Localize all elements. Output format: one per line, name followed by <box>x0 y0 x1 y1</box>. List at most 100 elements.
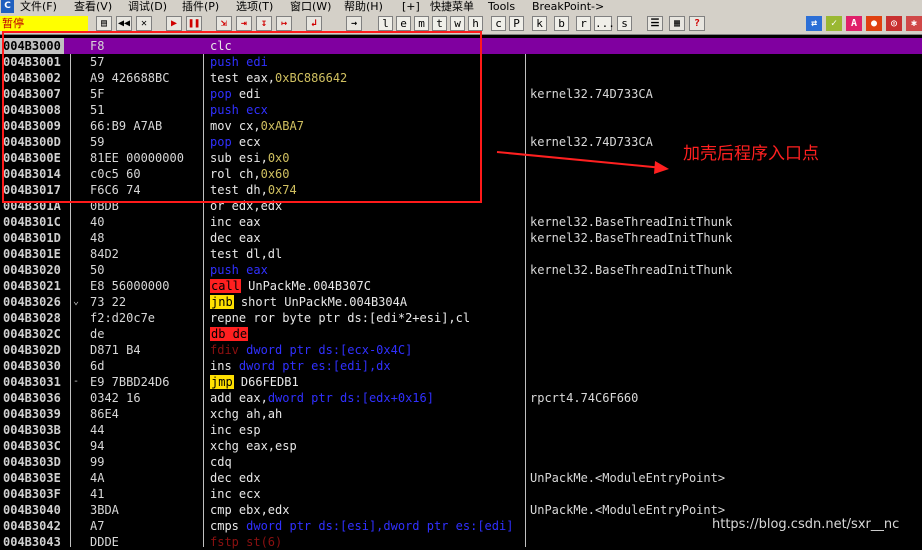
instruction-row[interactable]: 004B301C 40 inc eax kernel32.BaseThreadInit… <box>0 214 922 230</box>
options-icon[interactable]: ✱ <box>906 16 922 31</box>
instruction-text: test dl,dl <box>210 246 282 262</box>
instruction-row[interactable]: 004B3021 E8 56000000 call UnPackMe.004B307… <box>0 278 922 294</box>
instruction-token: eax <box>238 215 261 229</box>
instruction-text: xchg ah,ah <box>210 406 282 422</box>
instruction-token: push <box>210 263 247 277</box>
instruction-row[interactable]: 004B3036 0342 16 add eax,dword ptr ds:[edx… <box>0 390 922 406</box>
trace-over-icon[interactable]: ↦ <box>276 16 292 31</box>
instruction-token: xchg <box>210 407 247 421</box>
instruction-token: dword ptr es:[edi],dx <box>238 359 391 373</box>
restart-icon[interactable]: ◀◀ <box>116 16 132 31</box>
instruction-token: edx <box>238 471 261 485</box>
instruction-token: jnb <box>210 295 234 309</box>
instruction-bytes: 84D2 <box>90 247 119 261</box>
help-icon[interactable]: ? <box>689 16 705 31</box>
instruction-row[interactable]: 004B3039 86E4 xchg ah,ah <box>0 406 922 422</box>
menu-view[interactable]: 查看(V) <box>74 0 112 13</box>
menu-plugins[interactable]: 插件(P) <box>182 0 219 13</box>
refresh-icon[interactable]: ⇄ <box>806 16 822 31</box>
instruction-token: short UnPackMe.004B304A <box>233 295 408 309</box>
instruction-token: dl,dl <box>246 247 283 261</box>
instruction-row[interactable]: 004B303F 41 inc ecx <box>0 486 922 502</box>
instruction-bytes: 0342 16 <box>90 391 141 405</box>
step-into-icon[interactable]: ⇲ <box>216 16 232 31</box>
menu-debug[interactable]: 调试(D) <box>128 0 167 13</box>
analyze-icon[interactable]: A <box>846 16 862 31</box>
instruction-token: dword ptr ds:[esi],dword ptr es:[edi] <box>246 519 514 533</box>
menu-file[interactable]: 文件(F) <box>20 0 57 13</box>
pause-icon[interactable]: ❚❚ <box>186 16 202 31</box>
toolbar-button-l[interactable]: l <box>378 16 393 31</box>
toolbar-button-b[interactable]: b <box>554 16 569 31</box>
instruction-address: 004B303E <box>3 471 61 485</box>
toolbar-button-t[interactable]: t <box>432 16 447 31</box>
app-logo-icon: C <box>1 0 14 13</box>
layout-icon[interactable]: ☰ <box>647 16 663 31</box>
instruction-row[interactable]: 004B3030 6d ins dword ptr es:[edi],dx <box>0 358 922 374</box>
toolbar-button-w[interactable]: w <box>450 16 465 31</box>
instruction-text: inc esp <box>210 422 261 438</box>
instruction-row[interactable]: 004B303C 94 xchg eax,esp <box>0 438 922 454</box>
menu-options[interactable]: 选项(T) <box>236 0 273 13</box>
instruction-address: 004B3020 <box>3 263 61 277</box>
instruction-row[interactable]: 004B3031 - E9 7BBD24D6 jmp D66FEDB1 <box>0 374 922 390</box>
instruction-token: eax,esp <box>246 439 297 453</box>
menu-tools[interactable]: Tools <box>488 0 515 13</box>
instruction-text: dec edx <box>210 470 261 486</box>
instruction-row[interactable]: 004B303E 4A dec edx UnPackMe.<ModuleEntryPo… <box>0 470 922 486</box>
instruction-row[interactable]: 004B303D 99 cdq <box>0 454 922 470</box>
toolbar-button-c[interactable]: c <box>491 16 506 31</box>
record-icon[interactable]: ● <box>866 16 882 31</box>
instruction-row[interactable]: 004B3040 3BDA cmp ebx,edx UnPackMe.<ModuleE… <box>0 502 922 518</box>
instruction-bytes: 99 <box>90 455 105 469</box>
grid-icon[interactable]: ▦ <box>669 16 685 31</box>
instruction-bytes: DDDE <box>90 535 119 549</box>
instruction-token: repne ror byte ptr ds:[edi*2+esi],cl <box>210 311 471 325</box>
instruction-token: UnPackMe.004B307C <box>240 279 371 293</box>
instruction-row[interactable]: 004B301D 48 dec eax kernel32.BaseThreadInit… <box>0 230 922 246</box>
toolbar-button-k[interactable]: k <box>532 16 547 31</box>
target-icon[interactable]: ◎ <box>886 16 902 31</box>
instruction-row[interactable]: 004B302D D871 B4 fdiv dword ptr ds:[ecx-0x… <box>0 342 922 358</box>
execute-till-return-icon[interactable]: ↲ <box>306 16 322 31</box>
instruction-address: 004B3042 <box>3 519 61 533</box>
instruction-bytes: A7 <box>90 519 105 533</box>
menu-bar: C 文件(F) 查看(V) 调试(D) 插件(P) 选项(T) 窗口(W) 帮助… <box>0 0 922 14</box>
instruction-comment: kernel32.BaseThreadInitThunk <box>530 215 733 229</box>
instruction-token: cmp <box>210 503 239 517</box>
run-icon[interactable]: ▶ <box>166 16 182 31</box>
menu-help[interactable]: 帮助(H) <box>344 0 383 13</box>
instruction-token: esp <box>238 423 261 437</box>
trace-into-icon[interactable]: ↧ <box>256 16 272 31</box>
toolbar-button-p[interactable]: P <box>509 16 524 31</box>
menu-window[interactable]: 窗口(W) <box>290 0 331 13</box>
toolbar-button-more[interactable]: ... <box>594 16 615 31</box>
instruction-comment: rpcrt4.74C6F660 <box>530 391 639 405</box>
toolbar-button-h[interactable]: h <box>468 16 483 31</box>
go-to-icon[interactable]: → <box>346 16 362 31</box>
instruction-row[interactable]: 004B302C de db de <box>0 326 922 342</box>
instruction-row[interactable]: 004B3026 ⌄ 73 22 jnb short UnPackMe.004B304… <box>0 294 922 310</box>
step-over-icon[interactable]: ⇥ <box>236 16 252 31</box>
instruction-row[interactable]: 004B301E 84D2 test dl,dl <box>0 246 922 262</box>
menu-shortcuts[interactable]: 快捷菜单 <box>430 0 474 13</box>
instruction-row[interactable]: 004B3043 DDDE fstp st(6) <box>0 534 922 550</box>
toolbar-button-m[interactable]: m <box>414 16 429 31</box>
toolbar-button-e[interactable]: e <box>396 16 411 31</box>
entry-point-highlight-box <box>2 31 482 203</box>
instruction-address: 004B303C <box>3 439 61 453</box>
patch-icon[interactable]: ✓ <box>826 16 842 31</box>
instruction-row[interactable]: 004B303B 44 inc esp <box>0 422 922 438</box>
toolbar-button-r[interactable]: r <box>576 16 591 31</box>
instruction-row[interactable]: 004B3028 f2:d20c7e repne ror byte ptr ds:[… <box>0 310 922 326</box>
menu-plus[interactable]: [+] <box>402 0 420 13</box>
close-icon[interactable]: ✕ <box>136 16 152 31</box>
toolbar-button-s[interactable]: s <box>617 16 632 31</box>
instruction-text: cmp ebx,edx <box>210 502 289 518</box>
instruction-bytes: 48 <box>90 231 105 245</box>
open-icon[interactable]: ▤ <box>96 16 112 31</box>
instruction-token: db de <box>210 327 249 341</box>
instruction-address: 004B3026 <box>3 295 61 309</box>
instruction-row[interactable]: 004B3020 50 push eax kernel32.BaseThreadIni… <box>0 262 922 278</box>
menu-breakpoint[interactable]: BreakPoint-> <box>532 0 604 13</box>
